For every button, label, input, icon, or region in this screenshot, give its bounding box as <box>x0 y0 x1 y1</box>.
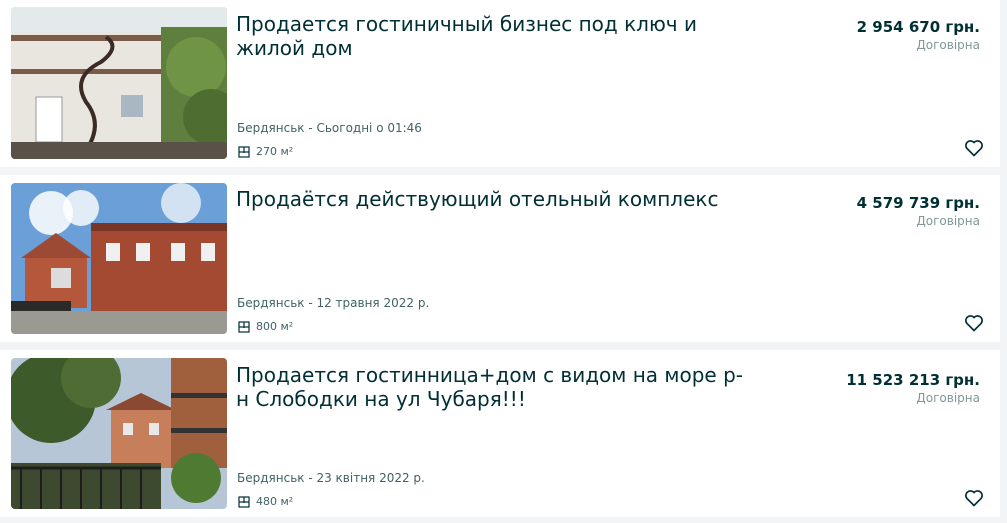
listing-title[interactable]: Продается гостинница+дом с видом на море… <box>236 363 756 411</box>
area-value: 480 м² <box>256 495 294 508</box>
area-info: 270 м² <box>238 145 293 158</box>
listing-price: 11 523 213 грн. <box>846 371 980 389</box>
negotiable-label: Договірна <box>916 38 980 52</box>
negotiable-label: Договірна <box>916 391 980 405</box>
floorplan-icon <box>238 495 250 508</box>
negotiable-label: Договірна <box>916 214 980 228</box>
location-date: Бердянськ - Сьогодні о 01:46 <box>237 121 422 135</box>
listing-card[interactable]: Продаётся действующий отельный комплекс … <box>0 175 1000 342</box>
location-date: Бердянськ - 23 квітня 2022 р. <box>237 471 425 485</box>
heart-outline-icon[interactable] <box>964 488 984 508</box>
listing-card[interactable]: Продается гостиничный бизнес под ключ и … <box>0 0 1000 167</box>
floorplan-icon <box>238 145 250 158</box>
listing-photo[interactable] <box>11 358 227 509</box>
area-info: 480 м² <box>238 495 293 508</box>
listing-title[interactable]: Продаётся действующий отельный комплекс <box>236 187 756 211</box>
location-date: Бердянськ - 12 травня 2022 р. <box>237 296 430 310</box>
area-value: 270 м² <box>256 145 294 158</box>
hotel-photo-image <box>11 7 227 159</box>
area-info: 800 м² <box>238 320 293 333</box>
area-value: 800 м² <box>256 320 294 333</box>
listing-photo[interactable] <box>11 183 227 334</box>
listing-price: 2 954 670 грн. <box>856 18 980 36</box>
listing-price: 4 579 739 грн. <box>856 194 980 212</box>
heart-outline-icon[interactable] <box>964 138 984 158</box>
floorplan-icon <box>238 320 250 333</box>
hotel-photo-image <box>11 358 227 509</box>
listing-photo[interactable] <box>11 7 227 159</box>
listing-card[interactable]: Продается гостинница+дом с видом на море… <box>0 350 1000 517</box>
heart-outline-icon[interactable] <box>964 313 984 333</box>
listing-title[interactable]: Продается гостиничный бизнес под ключ и … <box>236 12 756 60</box>
hotel-photo-image <box>11 183 227 334</box>
